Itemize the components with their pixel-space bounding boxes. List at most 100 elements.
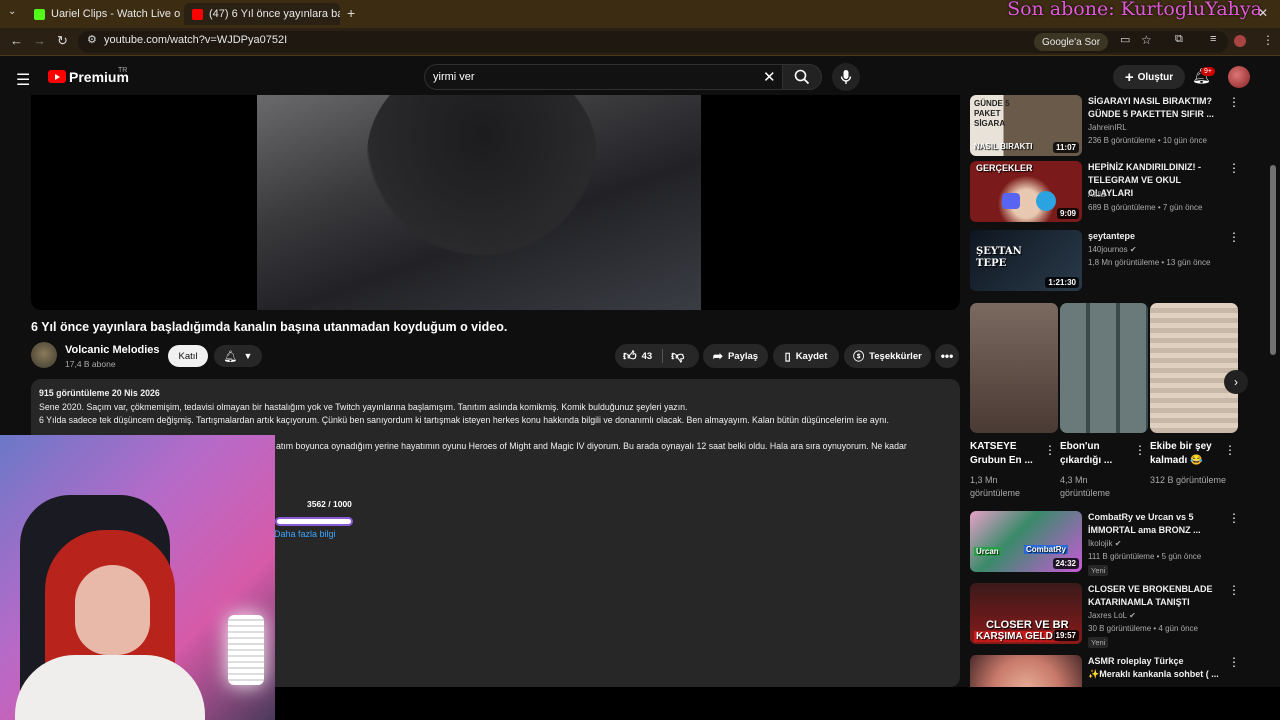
search-button[interactable] [782, 64, 822, 90]
thumbs-down-icon[interactable]: 👎︎ [671, 348, 684, 364]
thumbs-up-icon[interactable]: 👍︎ [623, 348, 637, 364]
recommendation-channel[interactable]: Jaxres LoL ✔ [1088, 611, 1136, 620]
browser-profile-avatar[interactable] [1234, 35, 1246, 47]
video-thumbnail[interactable]: CombatRy Urcan 24:32 [970, 511, 1082, 572]
tab-list-icon[interactable]: ⌄ [8, 6, 16, 17]
video-player[interactable] [31, 95, 960, 310]
extensions-icon[interactable]: ⧉ [1175, 33, 1183, 46]
thumbnail-text: Urcan [974, 547, 1001, 556]
recommendation-title[interactable]: CLOSER VE BROKENBLADE KATARINAMLA TANIŞT… [1088, 583, 1223, 609]
more-vertical-icon[interactable]: ⋮ [1228, 230, 1240, 244]
recommendation-channel[interactable]: 140journos ✔ [1088, 245, 1137, 254]
thumbnail-text: NASIL BIRAKTI [974, 142, 1033, 151]
recommendation-title[interactable]: CombatRy ve Urcan vs 5 İMMORTAL ama BRON… [1088, 511, 1223, 537]
recommendation-channel[interactable]: Atilla [1088, 190, 1105, 199]
notification-preference-button[interactable]: 🔔︎ ▼ [214, 345, 262, 367]
bell-icon: 🔔︎ [223, 350, 238, 363]
join-button[interactable]: Katıl [168, 345, 208, 367]
tab-kick[interactable]: Uariel Clips - Watch Live on Kic ✕ [26, 3, 180, 25]
recommendation-title[interactable]: ASMR roleplay Türkçe ✨Meraklı kankanla s… [1088, 655, 1223, 681]
region-code: TR [118, 67, 128, 74]
video-thumbnail[interactable]: GÜNDE 5 PAKET SİGARA NASIL BIRAKTI 11:07 [970, 95, 1082, 156]
google-ask-button[interactable]: Google'a Sor [1034, 33, 1109, 51]
search-clear-icon[interactable]: ✕ [763, 68, 776, 86]
more-actions-button[interactable]: ••• [935, 344, 959, 368]
forward-icon[interactable]: → [33, 33, 46, 48]
like-count[interactable]: 43 [642, 351, 653, 362]
like-dislike-divider [662, 349, 663, 363]
streamer-shirt [15, 655, 205, 720]
recommendation-channel[interactable]: JahreinIRL [1088, 123, 1127, 132]
video-thumbnail[interactable]: GERÇEKLER 9:09 [970, 161, 1082, 222]
recommendation-item[interactable]: ASMR roleplay Türkçe ✨Meraklı kankanla s… [970, 655, 1240, 687]
description-line: atım boyunca oynadığım yerine hayatımın … [276, 441, 907, 451]
media-controls-icon[interactable]: ≡ [1210, 33, 1216, 45]
streamer-face [75, 565, 150, 655]
recommendation-title[interactable]: SİGARAYI NASIL BIRAKTIM? GÜNDE 5 PAKETTE… [1088, 95, 1223, 121]
thumbnail-text: ŞEYTAN TEPE [976, 246, 1022, 269]
video-thumbnail[interactable] [970, 655, 1082, 687]
browser-menu-icon[interactable]: ⋮ [1262, 33, 1274, 47]
recommendation-title[interactable]: şeytantepe [1088, 230, 1223, 243]
channel-name[interactable]: Volcanic Melodies [65, 344, 160, 356]
youtube-favicon-icon [192, 8, 203, 20]
short-title[interactable]: Ebon'un çıkardığı ... [1060, 440, 1132, 468]
video-duration: 9:09 [1056, 208, 1079, 219]
back-icon[interactable]: ← [10, 33, 23, 48]
more-vertical-icon[interactable]: ⋮ [1228, 511, 1240, 525]
shorts-next-button[interactable]: › [1224, 370, 1248, 394]
tab-youtube[interactable]: (47) 6 Yıl önce yayınlara baş ✕ [184, 3, 340, 25]
recommendation-item[interactable]: CombatRy Urcan 24:32 CombatRy ve Urcan v… [970, 511, 1240, 577]
short-title[interactable]: Ekibe bir şey kalmadı 😂 [1150, 440, 1222, 468]
bookmark-icon: ▯ [784, 350, 791, 363]
sidebar-scrollbar[interactable] [1270, 165, 1276, 355]
recommendation-item[interactable]: GÜNDE 5 PAKET SİGARA NASIL BIRAKTI 11:07… [970, 95, 1240, 157]
video-thumbnail[interactable]: CLOSER VE BR KARŞIMA GELDİ 19:57 [970, 583, 1082, 644]
video-frame-subject [367, 95, 597, 255]
recommendation-channel[interactable]: İkolojik ✔ [1088, 539, 1121, 548]
short-thumbnail[interactable] [1060, 303, 1148, 433]
window-close-icon[interactable]: ✕ [1258, 6, 1268, 20]
recommendation-title[interactable]: HEPİNİZ KANDIRILDINIZ! - TELEGRAM VE OKU… [1088, 161, 1223, 200]
more-vertical-icon[interactable]: ⋮ [1044, 443, 1056, 457]
site-info-icon[interactable]: ⚙ [87, 33, 97, 46]
voice-search-button[interactable] [832, 63, 860, 91]
url-text[interactable]: youtube.com/watch?v=WJDPya0752I [104, 34, 287, 46]
video-frame [257, 95, 701, 310]
more-vertical-icon[interactable]: ⋮ [1228, 583, 1240, 597]
more-vertical-icon[interactable]: ⋮ [1224, 443, 1236, 457]
hamburger-menu-icon[interactable]: ☰ [16, 70, 30, 90]
like-dislike-group: 👍︎ 43 👎︎ [615, 344, 699, 368]
reload-icon[interactable]: ↻ [57, 33, 68, 49]
save-label: Kaydet [795, 350, 828, 362]
save-button[interactable]: ▯ Kaydet [773, 344, 839, 368]
webcam-overlay [0, 435, 275, 720]
short-views: 1,3 Mn görüntüleme [970, 475, 1021, 498]
youtube-logo-icon[interactable] [48, 70, 66, 83]
search-input[interactable] [433, 69, 733, 85]
more-vertical-icon[interactable]: ⋮ [1134, 443, 1146, 457]
cast-icon[interactable]: ▭ [1120, 33, 1130, 46]
thanks-button[interactable]: ⓢ Teşekkürler [844, 344, 931, 368]
channel-avatar[interactable] [31, 342, 57, 368]
recommendation-item[interactable]: ŞEYTAN TEPE 1:21:30 şeytantepe 140journo… [970, 230, 1240, 292]
more-vertical-icon[interactable]: ⋮ [1228, 95, 1240, 109]
video-duration: 1:21:30 [1045, 277, 1079, 288]
short-thumbnail[interactable] [970, 303, 1058, 433]
profile-avatar[interactable] [1228, 66, 1250, 88]
video-thumbnail[interactable]: ŞEYTAN TEPE 1:21:30 [970, 230, 1082, 291]
create-button[interactable]: + Oluştur [1113, 65, 1185, 89]
new-tab-icon[interactable]: + [347, 5, 355, 21]
more-vertical-icon[interactable]: ⋮ [1228, 161, 1240, 175]
show-more-link[interactable]: Daha fazla bilgi [274, 529, 336, 539]
short-thumbnail[interactable] [1150, 303, 1238, 433]
more-vertical-icon[interactable]: ⋮ [1228, 655, 1240, 669]
short-title[interactable]: KATSEYE Grubun En ... [970, 440, 1042, 468]
goal-counter: 3562 / 1000 [307, 499, 352, 509]
share-button[interactable]: ➦ Paylaş [703, 344, 768, 368]
recommendation-meta: 111 B görüntüleme • 5 gün önce [1088, 552, 1202, 561]
bookmark-star-icon[interactable]: ☆ [1141, 33, 1152, 47]
chevron-right-icon: › [1234, 375, 1238, 389]
recommendation-item[interactable]: CLOSER VE BR KARŞIMA GELDİ 19:57 CLOSER … [970, 583, 1240, 649]
recommendation-item[interactable]: GERÇEKLER 9:09 HEPİNİZ KANDIRILDINIZ! - … [970, 161, 1240, 223]
